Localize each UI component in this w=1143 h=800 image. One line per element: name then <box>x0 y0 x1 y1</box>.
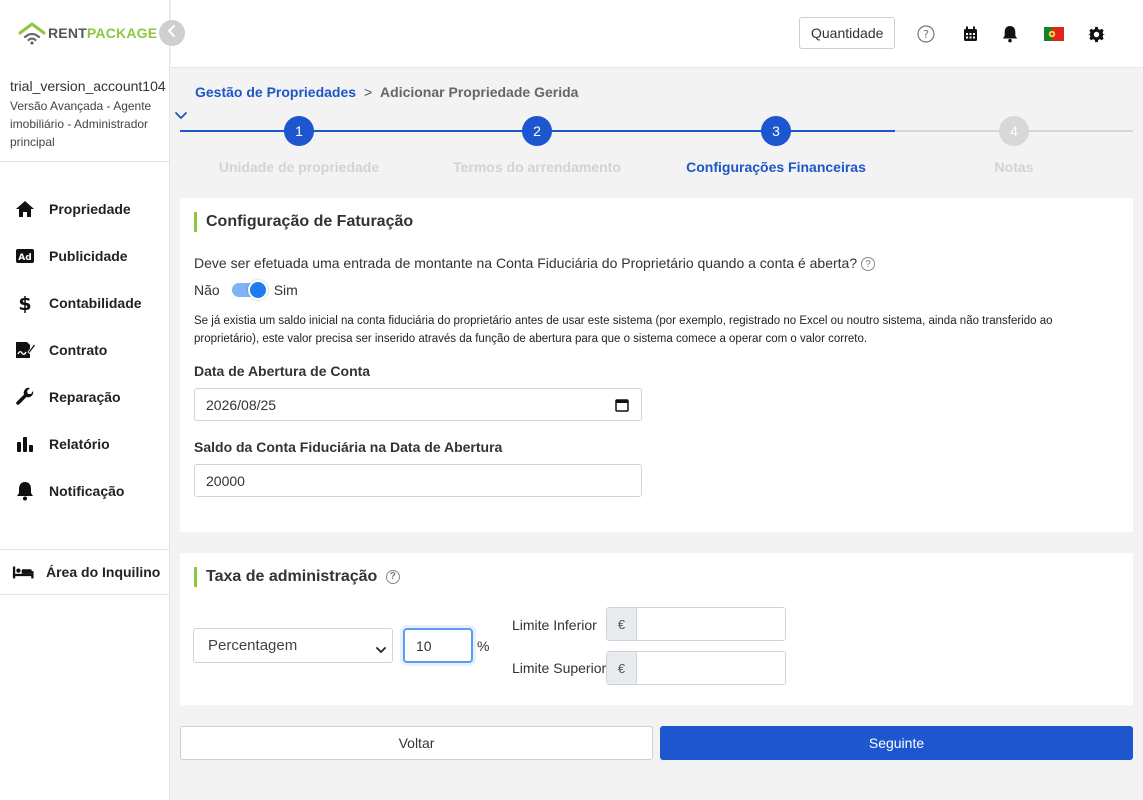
sidebar-item-tenant-area[interactable]: Área do Inquilino <box>0 549 170 595</box>
opening-entry-toggle[interactable] <box>231 280 268 300</box>
toggle-off-label: Não <box>194 282 220 298</box>
admin-fee-title: Taxa de administração <box>206 568 378 585</box>
upper-limit-input[interactable] <box>637 652 785 684</box>
sidebar-item-contrato[interactable]: Contrato <box>0 326 170 373</box>
fee-percent-value: 10 <box>416 637 432 654</box>
step-4-label: Notas <box>994 159 1034 175</box>
opening-entry-toggle-row: Não Sim <box>194 280 298 300</box>
step-3-label: Configurações Financeiras <box>686 159 866 175</box>
calendar-icon[interactable] <box>960 24 980 44</box>
sidebar-item-reparacao[interactable]: Reparação <box>0 373 170 420</box>
sidebar-item-notificacao[interactable]: Notificação <box>0 467 170 514</box>
calendar-picker-icon[interactable] <box>615 398 629 412</box>
upper-limit-field: € <box>606 651 786 685</box>
sidebar-item-label: Reparação <box>49 388 121 405</box>
dollar-icon: $ <box>14 292 36 314</box>
lower-limit-label: Limite Inferior <box>512 617 597 633</box>
chevron-down-icon[interactable] <box>174 108 188 120</box>
notification-bell-icon[interactable] <box>1000 24 1020 44</box>
breadcrumb-separator: > <box>363 84 373 100</box>
help-icon[interactable]: ? <box>861 257 875 272</box>
chevron-left-icon <box>167 24 177 42</box>
account-name: trial_version_account104 <box>10 78 166 94</box>
sidebar-nav: Propriedade Ad Publicidade $ Contabilida… <box>0 185 170 514</box>
step-4-circle[interactable]: 4 <box>999 116 1029 146</box>
wifi-house-logo-icon <box>18 21 46 45</box>
sidebar-item-label: Relatório <box>49 435 110 452</box>
back-button[interactable]: Voltar <box>180 726 653 760</box>
step-1-label: Unidade de propriedade <box>218 159 380 175</box>
bar-chart-icon <box>14 433 36 455</box>
sidebar-item-publicidade[interactable]: Ad Publicidade <box>0 232 170 279</box>
opening-balance-note: Se já existia um saldo inicial na conta … <box>194 315 1053 345</box>
logo-text-rent: RENT <box>48 25 87 41</box>
opening-entry-question-text: Deve ser efetuada uma entrada de montant… <box>194 255 858 271</box>
billing-config-title: Configuração de Faturação <box>194 212 413 232</box>
rentpackage-logo[interactable]: RENTPACKAGE <box>18 20 157 46</box>
help-icon[interactable]: ? <box>385 569 400 584</box>
trust-balance-input[interactable]: 20000 <box>194 464 642 497</box>
gear-icon[interactable] <box>1086 24 1106 44</box>
tenant-area-label: Área do Inquilino <box>46 564 161 580</box>
fee-type-value: Percentagem <box>208 637 298 654</box>
ad-icon: Ad <box>14 245 36 267</box>
percent-sign: % <box>477 638 490 654</box>
bell-icon <box>14 480 36 502</box>
trust-balance-value: 20000 <box>206 472 245 489</box>
fee-type-select[interactable]: Percentagem <box>193 628 393 663</box>
bed-icon <box>12 561 34 583</box>
top-bar: Quantidade ? <box>171 0 1143 68</box>
breadcrumb: Gestão de Propriedades > Adicionar Propr… <box>195 84 578 100</box>
sidebar-item-propriedade[interactable]: Propriedade <box>0 185 170 232</box>
svg-text:$: $ <box>18 293 31 313</box>
home-icon <box>14 198 36 220</box>
step-2-circle[interactable]: 2 <box>522 116 552 146</box>
account-info: trial_version_account104 Versão Avançada… <box>0 68 170 162</box>
sidebar-item-label: Notificação <box>49 482 125 499</box>
euro-prefix: € <box>607 652 637 684</box>
opening-date-value: 2026/08/25 <box>206 396 277 413</box>
toggle-knob <box>247 280 268 300</box>
sidebar-item-contabilidade[interactable]: $ Contabilidade <box>0 279 170 326</box>
next-button[interactable]: Seguinte <box>660 726 1133 760</box>
logo-text-package: PACKAGE <box>86 25 158 41</box>
sidebar: RENTPACKAGE trial_version_account104 Ver… <box>0 0 170 800</box>
lower-limit-input[interactable] <box>637 608 785 640</box>
opening-entry-question: Deve ser efetuada uma entrada de montant… <box>194 255 875 272</box>
step-2-label: Termos do arrendamento <box>453 159 621 175</box>
sidebar-item-label: Contabilidade <box>49 294 142 311</box>
euro-prefix: € <box>607 608 637 640</box>
contract-icon <box>14 339 36 361</box>
step-3-circle[interactable]: 3 <box>761 116 791 146</box>
wrench-icon <box>14 386 36 408</box>
chevron-down-icon <box>376 641 386 653</box>
svg-text:?: ? <box>923 28 929 41</box>
help-icon[interactable]: ? <box>916 24 936 44</box>
step-1-circle[interactable]: 1 <box>284 116 314 146</box>
svg-text:Ad: Ad <box>18 253 31 263</box>
sidebar-item-label: Propriedade <box>49 200 131 217</box>
quantity-button[interactable]: Quantidade <box>799 17 896 49</box>
breadcrumb-link-property-management[interactable]: Gestão de Propriedades <box>195 84 356 100</box>
toggle-on-label: Sim <box>273 282 298 298</box>
breadcrumb-current: Adicionar Propriedade Gerida <box>380 84 579 100</box>
lower-limit-field: € <box>606 607 786 641</box>
trust-balance-label: Saldo da Conta Fiduciária na Data de Abe… <box>194 439 503 455</box>
opening-date-label: Data de Abertura de Conta <box>194 363 371 379</box>
portugal-flag-icon[interactable] <box>1043 24 1065 44</box>
sidebar-item-label: Contrato <box>49 341 108 358</box>
upper-limit-label: Limite Superior <box>512 660 607 676</box>
sidebar-item-relatorio[interactable]: Relatório <box>0 420 170 467</box>
opening-date-input[interactable]: 2026/08/25 <box>194 388 642 421</box>
collapse-sidebar-button[interactable] <box>159 20 185 46</box>
account-role: Versão Avançada - Agente imobiliário - A… <box>10 99 152 149</box>
sidebar-item-label: Publicidade <box>49 247 128 264</box>
fee-percent-input[interactable]: 10 <box>403 628 473 663</box>
admin-fee-title-wrap: Taxa de administração ? <box>194 567 400 587</box>
